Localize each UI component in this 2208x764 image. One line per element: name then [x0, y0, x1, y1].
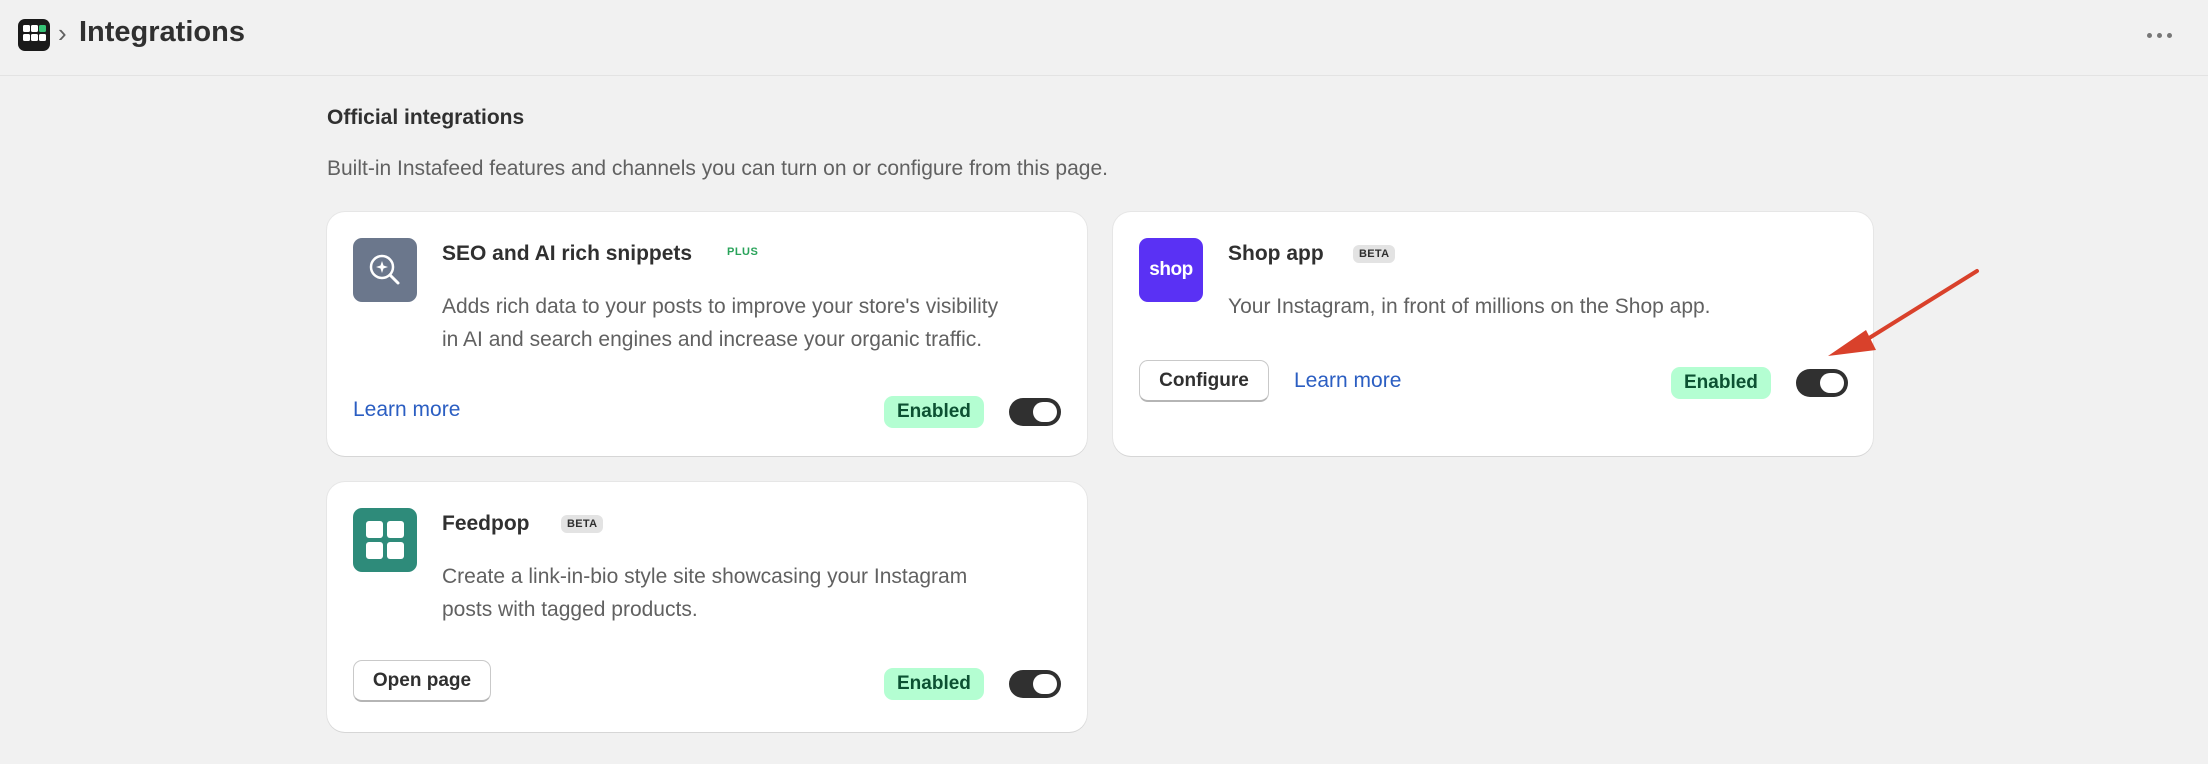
beta-tag: BETA — [1353, 245, 1396, 263]
status-badge: Enabled — [1671, 367, 1771, 399]
app-grid-logo-icon[interactable] — [18, 19, 50, 51]
card-title: SEO and AI rich snippets — [442, 242, 693, 265]
top-bar: › Integrations — [0, 0, 2208, 76]
card-description: Adds rich data to your posts to improve … — [442, 295, 999, 351]
page-title: Integrations — [79, 16, 245, 48]
toggle-knob — [1033, 402, 1057, 422]
enable-toggle[interactable] — [1796, 369, 1848, 397]
status-badge: Enabled — [884, 396, 984, 428]
annotation-arrow-icon — [1828, 269, 1979, 356]
enable-toggle[interactable] — [1009, 398, 1061, 426]
ellipsis-horizontal-icon[interactable] — [2140, 20, 2180, 50]
learn-more-link[interactable]: Learn more — [1294, 369, 1401, 393]
breadcrumb-separator: › — [58, 18, 67, 48]
section-heading: Official integrations — [327, 106, 525, 129]
beta-tag: BETA — [561, 515, 604, 533]
card-shop-app: shop Shop app BETA Your Instagram, in fr… — [1113, 212, 1873, 456]
enable-toggle[interactable] — [1009, 670, 1061, 698]
card-description: Create a link-in-bio style site showcasi… — [442, 565, 968, 621]
learn-more-link[interactable]: Learn more — [353, 398, 460, 422]
card-seo-ai-rich-snippets: SEO and AI rich snippets PLUS Adds rich … — [327, 212, 1087, 456]
plus-tag: PLUS — [727, 246, 759, 258]
open-page-button[interactable]: Open page — [353, 660, 491, 702]
toggle-knob — [1033, 674, 1057, 694]
card-description: Your Instagram, in front of millions on … — [1228, 295, 1711, 318]
search-sparkle-icon — [353, 238, 417, 302]
card-title: Shop app — [1228, 242, 1324, 265]
shop-logo-text: shop — [1149, 259, 1193, 280]
status-badge: Enabled — [884, 668, 984, 700]
toggle-knob — [1820, 373, 1844, 393]
card-title: Feedpop — [442, 512, 530, 535]
configure-button[interactable]: Configure — [1139, 360, 1269, 402]
feedpop-grid-icon — [353, 508, 417, 572]
shop-logo-icon: shop — [1139, 238, 1203, 302]
section-description: Built-in Instafeed features and channels… — [327, 157, 1108, 180]
card-feedpop: Feedpop BETA Create a link-in-bio style … — [327, 482, 1087, 732]
